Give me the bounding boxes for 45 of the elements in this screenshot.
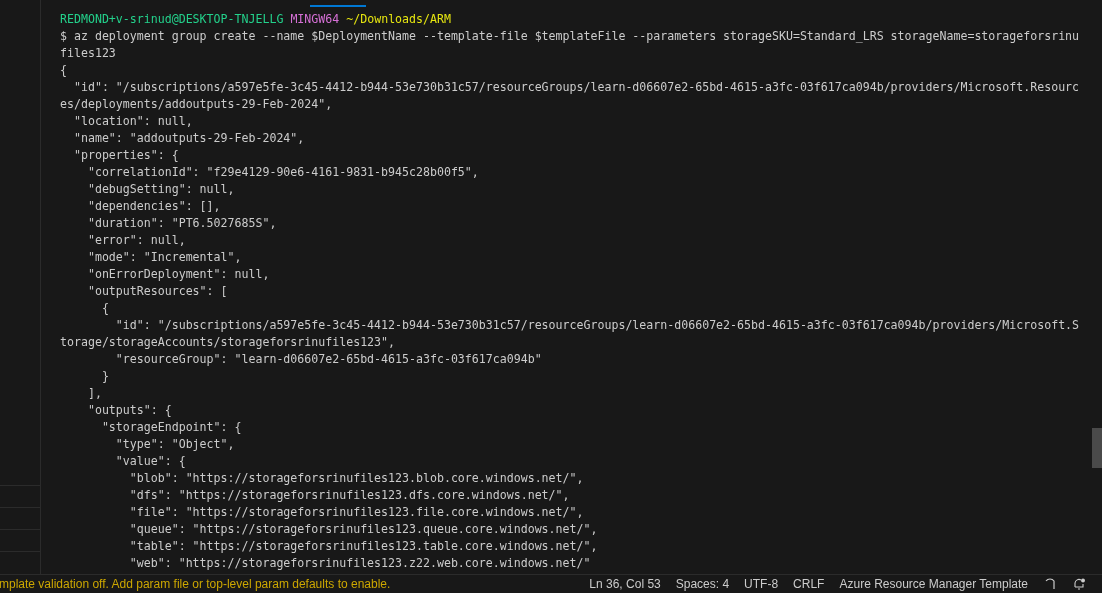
status-warning[interactable]: mplate validation off. Add param file or top-level param defaults to enable. — [0, 577, 391, 591]
terminal-line: } — [100, 369, 109, 383]
terminal-line: $ az deployment group create --name $DeploymentName --template-file $templateFile --parameters storageSKU=Standard_LRS storageName=storageforsrinu — [60, 29, 1080, 43]
terminal-line: es/deployments/addoutputs-29-Feb-2024", — [60, 97, 333, 111]
terminal-line: "error": null, — [86, 233, 186, 247]
scrollbar-thumb[interactable] — [1092, 428, 1102, 468]
status-item[interactable]: Azure Resource Manager Template — [839, 577, 1028, 591]
status-item[interactable]: Ln 36, Col 53 — [589, 577, 661, 591]
prompt-system: MINGW64 — [290, 12, 340, 26]
terminal-line: "dfs": "https://storageforsrinufiles123.dfs.core.windows.net/", — [128, 488, 570, 502]
terminal-line: "properties": { — [72, 148, 179, 162]
terminal-line: "type": "Object", — [114, 437, 235, 451]
terminal-line: "name": "addoutputs-29-Feb-2024", — [72, 131, 305, 145]
bell-icon[interactable] — [1072, 577, 1086, 591]
terminal-line: "debugSetting": null, — [86, 182, 235, 196]
terminal-line: "queue": "https://storageforsrinufiles123.queue.core.windows.net/", — [128, 522, 598, 536]
terminal-line: "table": "https://storageforsrinufiles123.table.core.windows.net/", — [128, 539, 598, 553]
terminal-line: "blob": "https://storageforsrinufiles123.blob.core.windows.net/", — [128, 471, 584, 485]
status-item[interactable]: Spaces: 4 — [675, 577, 730, 591]
active-tab-indicator — [310, 5, 366, 7]
terminal-line: files123 — [60, 46, 116, 60]
terminal-line: "id": "/subscriptions/a597e5fe-3c45-4412-b944-53e730b31c57/resourceGroups/learn-d06607e2-65bd-4615-a3fc-03f617ca094b/providers/Microsoft.Resourc — [72, 80, 1080, 94]
status-item[interactable]: UTF-8 — [744, 577, 779, 591]
terminal-line: "location": null, — [72, 114, 193, 128]
status-item[interactable]: CRLF — [793, 577, 825, 591]
terminal-line: "outputResources": [ — [86, 284, 228, 298]
prompt-user-host: REDMOND+v-srinud@DESKTOP-TNJELLG — [60, 12, 284, 26]
terminal-line: "storageEndpoint": { — [100, 420, 242, 434]
prompt-path: ~/Downloads/ARM — [346, 12, 451, 26]
terminal-line: "web": "https://storageforsrinufiles123.z22.web.core.windows.net/" — [128, 556, 591, 570]
terminal-line: "resourceGroup": "learn-d06607e2-65bd-4615-a3fc-03f617ca094b" — [114, 352, 542, 366]
spinner-icon — [1043, 577, 1057, 591]
terminal-line: "value": { — [114, 454, 186, 468]
terminal-line: "mode": "Incremental", — [86, 250, 242, 264]
terminal-line: { — [100, 301, 109, 315]
terminal-line: "dependencies": [], — [86, 199, 221, 213]
terminal-line: "duration": "PT6.5027685S", — [86, 216, 277, 230]
terminal-line: "outputs": { — [86, 403, 172, 417]
terminal-line: { — [60, 63, 67, 77]
terminal-line: "onErrorDeployment": null, — [86, 267, 270, 281]
terminal-line: ], — [86, 386, 102, 400]
terminal-line: "id": "/subscriptions/a597e5fe-3c45-4412-b944-53e730b31c57/resourceGroups/learn-d06607e2-65bd-4615-a3fc-03f617ca094b/providers/Microsoft.S — [114, 318, 1080, 332]
terminal-line: torage/storageAccounts/storageforsrinufiles123", — [60, 335, 396, 349]
terminal-line: "file": "https://storageforsrinufiles123.file.core.windows.net/", — [128, 505, 584, 519]
terminal-line: "correlationId": "f29e4129-90e6-4161-9831-b945c28b00f5", — [86, 165, 479, 179]
